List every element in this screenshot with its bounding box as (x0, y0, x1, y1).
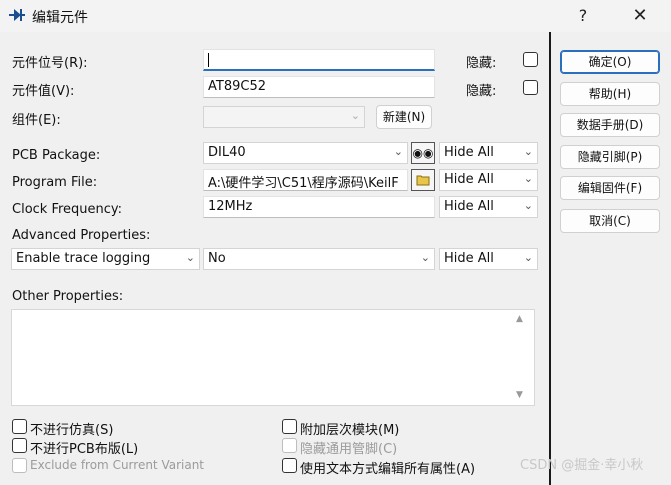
pcb-package-label: PCB Package: (12, 148, 101, 163)
exclude-pcb-label: 不进行PCB布版(L) (30, 442, 139, 457)
program-file-input[interactable]: A:\硬件学习\C51\程序源码\KeilF (203, 169, 408, 191)
chevron-down-icon: ⌄ (523, 172, 533, 185)
new-group-button[interactable]: 新建(N) (376, 105, 432, 129)
advanced-property-select[interactable]: Enable trace logging ⌄ (11, 248, 200, 270)
value-input[interactable]: AT89C52 (203, 76, 435, 98)
value-label: 元件值(V): (12, 84, 75, 99)
attach-hier-label: 附加层次模块(M) (300, 423, 400, 438)
advanced-value-select[interactable]: No ⌄ (203, 248, 435, 270)
window-title: 编辑元件 (32, 10, 88, 26)
group-select[interactable]: ⌄ (203, 106, 365, 128)
ok-button[interactable]: 确定(O) (560, 50, 660, 74)
scroll-up-icon[interactable]: ▲ (516, 314, 523, 324)
ref-hidden-checkbox[interactable] (523, 52, 538, 67)
edit-all-text-checkbox[interactable] (282, 458, 297, 473)
chevron-down-icon: ⌄ (523, 145, 533, 158)
hidden-pins-button[interactable]: 隐藏引脚(P) (560, 145, 660, 169)
other-properties-textarea[interactable] (11, 309, 535, 406)
panel-divider (549, 32, 551, 485)
help-button[interactable]: 帮助(H) (560, 82, 660, 106)
exclude-sim-label: 不进行仿真(S) (30, 423, 114, 438)
exclude-variant-label: Exclude from Current Variant (30, 458, 205, 472)
chevron-down-icon: ⌄ (420, 251, 430, 264)
advanced-properties-label: Advanced Properties: (12, 228, 151, 243)
edit-firmware-button[interactable]: 编辑固件(F) (560, 176, 660, 200)
program-file-label: Program File: (12, 175, 98, 190)
chevron-down-icon: ⌄ (350, 109, 360, 122)
clock-frequency-label: Clock Frequency: (12, 202, 123, 217)
component-icon (9, 9, 25, 21)
pcb-hide-select[interactable]: Hide All ⌄ (439, 142, 538, 164)
clock-frequency-input[interactable]: 12MHz (203, 196, 435, 218)
binoculars-icon: ◉◉ (412, 146, 434, 160)
help-title-button[interactable]: ? (563, 2, 603, 30)
clock-hide-select[interactable]: Hide All ⌄ (439, 196, 538, 218)
group-label: 组件(E): (12, 113, 61, 128)
folder-icon (416, 175, 430, 186)
pcb-package-select[interactable]: DIL40 ⌄ (203, 142, 408, 164)
value-hidden-label: 隐藏: (466, 84, 497, 99)
chevron-down-icon: ⌄ (393, 145, 403, 158)
other-properties-label: Other Properties: (12, 289, 124, 304)
exclude-sim-checkbox[interactable] (12, 419, 27, 434)
ref-hidden-label: 隐藏: (466, 56, 497, 71)
close-button[interactable]: ✕ (620, 2, 660, 30)
browse-package-button[interactable]: ◉◉ (411, 142, 435, 164)
scroll-down-icon[interactable]: ▼ (516, 390, 523, 400)
chevron-down-icon: ⌄ (523, 251, 533, 264)
exclude-variant-checkbox[interactable] (12, 458, 27, 473)
hide-common-pins-label: 隐藏通用管脚(C) (300, 442, 398, 457)
hide-common-pins-checkbox[interactable] (282, 438, 297, 453)
ref-label: 元件位号(R): (12, 56, 88, 71)
edit-all-text-label: 使用文本方式编辑所有属性(A) (300, 462, 476, 477)
text-caret (208, 52, 209, 67)
cancel-button[interactable]: 取消(C) (560, 209, 660, 233)
datasheet-button[interactable]: 数据手册(D) (560, 113, 660, 137)
exclude-pcb-checkbox[interactable] (12, 438, 27, 453)
watermark: CSDN @掘金·幸小秋 (520, 458, 644, 473)
program-hide-select[interactable]: Hide All ⌄ (439, 169, 538, 191)
browse-file-button[interactable] (411, 169, 435, 191)
chevron-down-icon: ⌄ (185, 251, 195, 264)
advanced-hide-select[interactable]: Hide All ⌄ (439, 248, 538, 270)
ref-input[interactable] (203, 49, 435, 71)
attach-hier-checkbox[interactable] (282, 419, 297, 434)
chevron-down-icon: ⌄ (523, 199, 533, 212)
value-hidden-checkbox[interactable] (523, 80, 538, 95)
